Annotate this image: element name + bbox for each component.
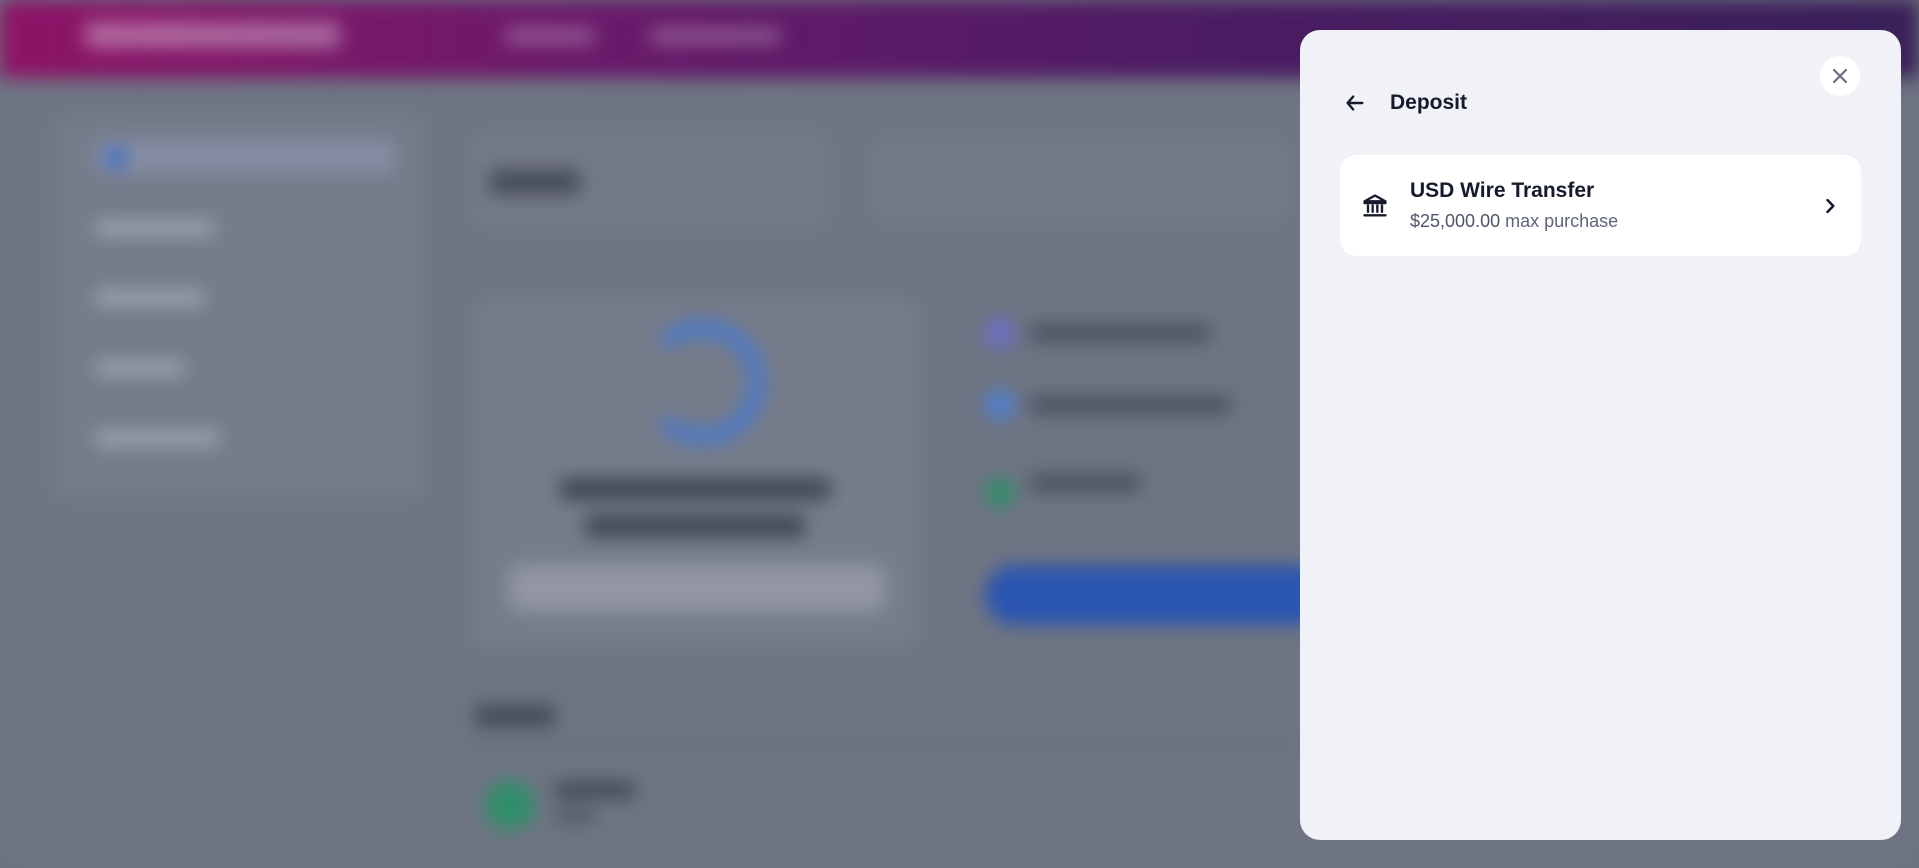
option-max-label: max purchase — [1505, 211, 1619, 231]
sidebar-item — [95, 360, 185, 376]
sidebar-item — [95, 290, 205, 306]
legend-dot — [985, 390, 1015, 420]
deposit-option-usd-wire[interactable]: USD Wire Transfer $25,000.00 max purchas… — [1340, 155, 1861, 256]
portfolio-card-text — [560, 478, 830, 500]
app-logo — [85, 22, 340, 48]
legend-text — [1030, 325, 1210, 341]
legend-dot — [985, 318, 1015, 348]
asset-icon — [485, 780, 535, 830]
sidebar-item — [95, 220, 215, 236]
sidebar-item-icon — [105, 147, 127, 169]
legend-text — [1030, 397, 1230, 413]
top-nav-item — [505, 28, 595, 44]
period-selector — [870, 135, 1290, 225]
legend-text — [1030, 475, 1140, 491]
panel-title: Deposit — [1390, 91, 1468, 114]
portfolio-card-button — [510, 565, 885, 611]
panel-header: Deposit — [1300, 30, 1901, 120]
back-button[interactable] — [1340, 88, 1370, 118]
divider — [470, 742, 1300, 744]
chevron-right-icon — [1815, 191, 1845, 221]
top-nav-item — [650, 28, 780, 44]
donut-chart — [640, 320, 765, 445]
legend-dot — [985, 478, 1015, 508]
option-max-amount: $25,000.00 — [1410, 211, 1501, 231]
primary-action-button — [985, 565, 1325, 625]
sidebar-item — [95, 430, 220, 446]
sidebar-item-active — [95, 140, 395, 174]
balance-value — [490, 170, 580, 194]
section-title — [475, 706, 555, 726]
asset-ticker — [555, 810, 595, 822]
bank-icon — [1360, 191, 1390, 221]
portfolio-card-text — [585, 515, 805, 537]
arrow-left-icon — [1346, 95, 1364, 111]
deposit-panel: Deposit USD Wire Transfer $25,000.00 max… — [1300, 30, 1901, 840]
asset-name — [555, 782, 635, 798]
option-title: USD Wire Transfer — [1410, 179, 1595, 202]
option-subtitle: $25,000.00 max purchase — [1410, 211, 1618, 232]
close-button[interactable] — [1820, 56, 1860, 96]
close-icon — [1832, 68, 1848, 84]
